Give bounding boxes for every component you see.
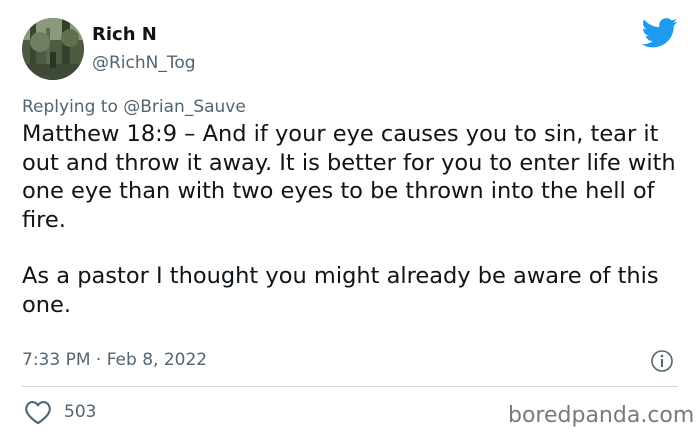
reply-context: Replying to @Brian_Sauve [22, 95, 246, 119]
divider [22, 386, 678, 387]
reply-prefix: Replying to [22, 97, 124, 117]
author-name[interactable]: Rich N [92, 24, 157, 46]
tweet-paragraph: Matthew 18:9 – And if your eye causes yo… [22, 121, 676, 233]
tweet-card: Rich N @RichN_Tog Replying to @Brian_Sau… [0, 0, 700, 441]
watermark: boredpanda.com [508, 403, 695, 428]
twitter-bird-icon [641, 18, 678, 48]
tweet-body: Matthew 18:9 – And if your eye causes yo… [22, 120, 682, 319]
heart-icon[interactable] [24, 399, 52, 425]
tweet-paragraph: As a pastor I thought you might already … [22, 263, 659, 318]
tweet-timestamp[interactable]: 7:33 PM · Feb 8, 2022 [22, 348, 207, 372]
avatar[interactable] [22, 18, 84, 80]
like-count[interactable]: 503 [64, 400, 96, 424]
info-icon[interactable] [650, 349, 674, 373]
reply-mention-link[interactable]: @Brian_Sauve [123, 97, 246, 117]
author-handle[interactable]: @RichN_Tog [92, 52, 196, 74]
